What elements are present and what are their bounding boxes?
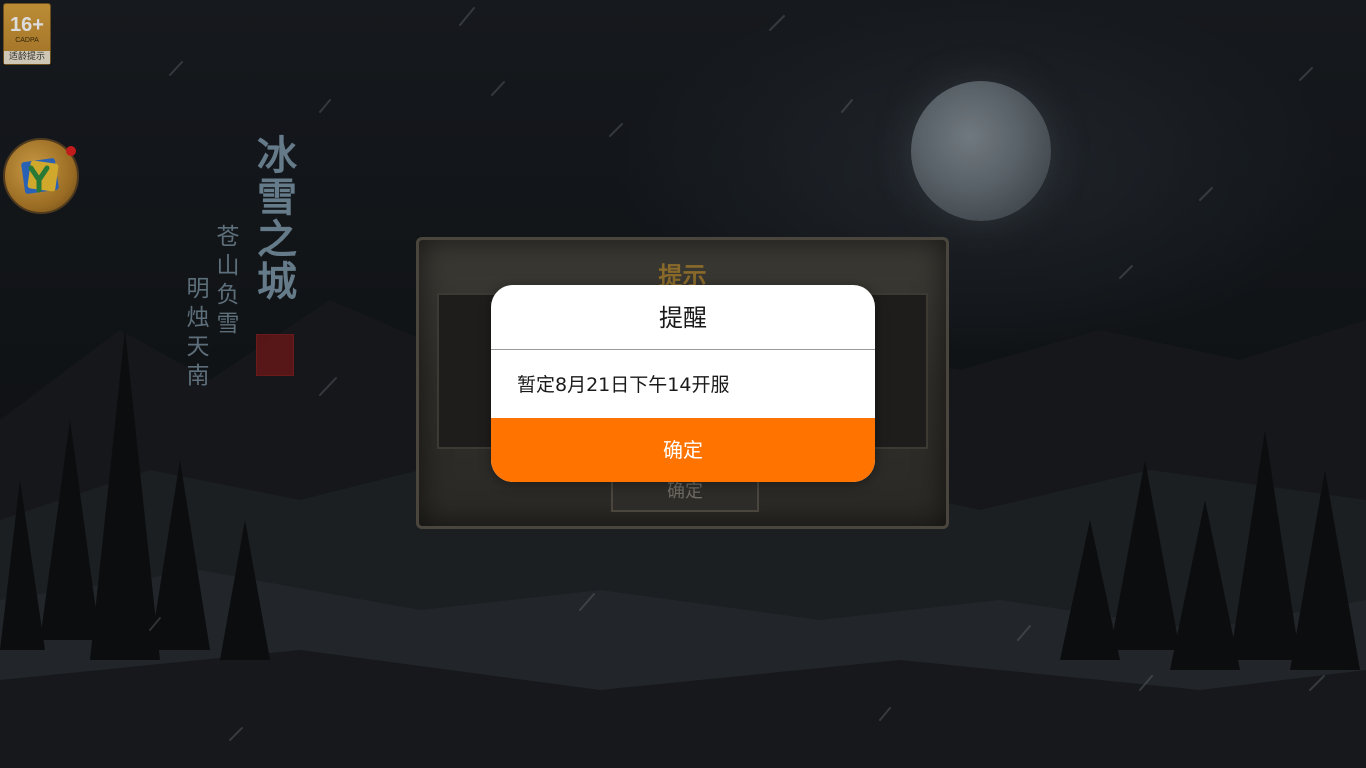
reminder-alert-dialog: 提醒 暂定8月21日下午14开服 确定 <box>491 285 875 482</box>
game-scene: 16+ CADPA 适龄提示 冰雪之城 苍山负雪 明烛天南 提示 确定 提醒 暂… <box>0 0 1366 768</box>
game-logo-line-a: 苍山负雪 <box>212 224 238 340</box>
game-logo-line-b: 明烛天南 <box>182 276 208 392</box>
age-rating-number: 16+ <box>10 14 44 36</box>
age-rating-tip: 适龄提示 <box>4 51 50 64</box>
red-dot-icon <box>66 146 76 156</box>
logo-seal-stamp <box>256 334 294 376</box>
alert-confirm-button[interactable]: 确定 <box>491 418 875 482</box>
age-rating-org: CADPA <box>15 37 39 44</box>
alert-title: 提醒 <box>659 304 707 332</box>
game-logo-title: 冰雪之城 <box>250 134 297 302</box>
app-logo-icon <box>21 158 59 194</box>
alert-message: 暂定8月21日下午14开服 <box>517 374 730 396</box>
age-rating-badge[interactable]: 16+ CADPA 适龄提示 <box>3 3 51 65</box>
alert-divider <box>491 349 875 350</box>
